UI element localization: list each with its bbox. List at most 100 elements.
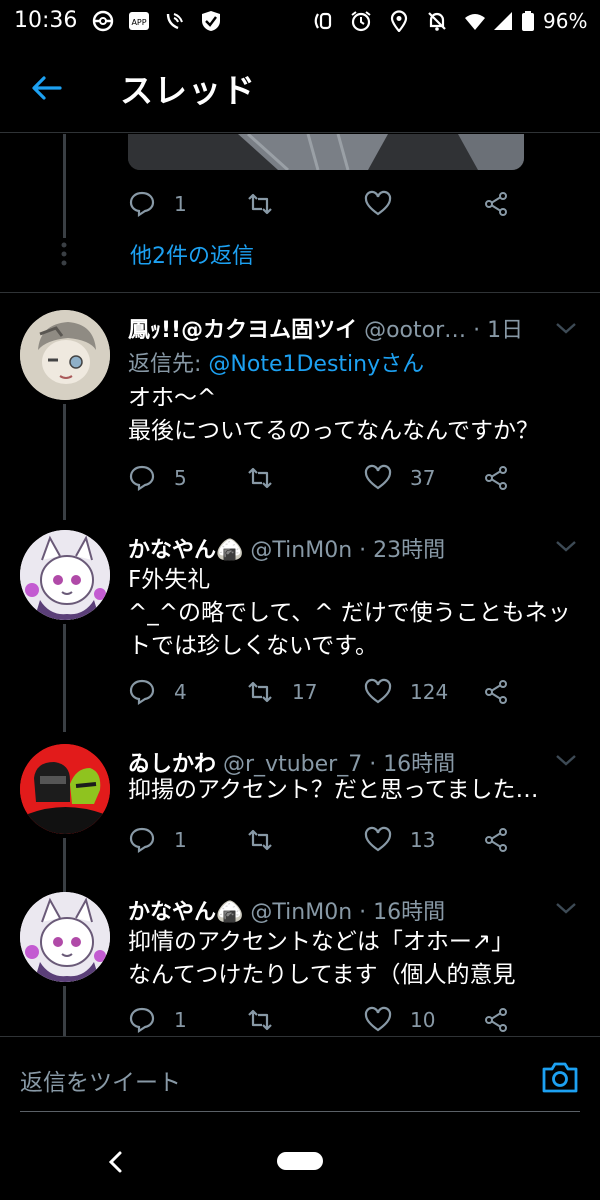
show-more-replies-link[interactable]: 他2件の返信 — [130, 238, 254, 270]
tweet-time: · 23時間 — [359, 538, 446, 563]
reply-icon — [129, 827, 155, 854]
share-icon — [485, 680, 507, 704]
reply-button[interactable]: 5 — [128, 458, 187, 498]
wifi-calling-icon — [166, 13, 183, 30]
divider — [0, 292, 600, 293]
chevron-down-icon[interactable] — [554, 752, 578, 768]
alarm-icon — [351, 11, 371, 32]
wifi-icon — [465, 14, 485, 30]
reply-composer: 返信をツイート — [0, 1036, 600, 1125]
user-handle[interactable]: @TinM0n — [250, 538, 352, 563]
thread-line — [63, 404, 66, 520]
system-nav-bar — [0, 1124, 600, 1200]
like-button[interactable] — [364, 184, 392, 224]
tweet-actions: 1 — [128, 184, 528, 224]
back-arrow-icon[interactable] — [30, 74, 62, 102]
tweet-header: 鳳ｯ!!@カクヨム固ツイ @ootor… · 1日 — [128, 312, 558, 344]
tweet-media-image[interactable] — [128, 134, 524, 170]
app-header: スレッド — [0, 44, 600, 133]
like-button[interactable]: 10 — [364, 1000, 435, 1040]
share-button[interactable] — [482, 458, 510, 498]
share-button[interactable] — [482, 820, 510, 860]
avatar-illustration — [20, 892, 110, 982]
media-photo — [128, 134, 524, 170]
camera-icon[interactable] — [540, 1059, 580, 1095]
retweet-icon — [248, 829, 272, 851]
input-underline — [20, 1111, 580, 1112]
location-icon — [390, 10, 408, 32]
reply-input[interactable]: 返信をツイート — [20, 1063, 181, 1097]
reply-count: 1 — [174, 828, 187, 852]
reply-button[interactable]: 1 — [128, 1000, 187, 1040]
display-name[interactable]: 鳳ｯ!!@カクヨム固ツイ — [128, 318, 357, 343]
retweet-button[interactable] — [246, 820, 292, 860]
retweet-button[interactable] — [246, 184, 274, 224]
tweet-text: 抑情のアクセントなどは「オホー↗」 なんてつけたりしてます（個人的意見 — [128, 929, 516, 988]
tweet-actions: 1 13 — [128, 820, 528, 860]
thread-line — [63, 838, 66, 896]
user-handle[interactable]: @ootor… — [364, 318, 466, 343]
share-icon — [485, 1008, 507, 1032]
tweet-header: かなやん🍙 @TinM0n · 23時間 — [128, 532, 558, 564]
heart-icon — [364, 190, 392, 216]
heart-icon — [364, 826, 392, 852]
battery-icon — [522, 11, 534, 31]
shield-check-icon — [202, 11, 220, 31]
avatar-illustration — [20, 744, 110, 834]
nav-home-pill[interactable] — [277, 1152, 323, 1170]
heart-icon — [364, 1006, 392, 1032]
like-count: 37 — [410, 466, 436, 490]
display-name[interactable]: かなやん🍙 — [128, 538, 243, 563]
reply-icon — [129, 679, 155, 706]
heart-icon — [364, 464, 392, 490]
reply-icon — [129, 1007, 155, 1034]
avatar[interactable] — [20, 310, 110, 400]
retweet-icon — [248, 193, 272, 215]
tweet-text: 抑揚のアクセント？だと思ってました… — [128, 777, 539, 803]
chevron-down-icon[interactable] — [554, 538, 578, 554]
share-button[interactable] — [482, 672, 510, 712]
retweet-count: 17 — [292, 680, 318, 704]
like-count: 10 — [410, 1008, 436, 1032]
tweet-time: · 16時間 — [359, 900, 446, 925]
reply-to-label: 返信先: — [128, 352, 209, 377]
like-button[interactable]: 13 — [364, 820, 435, 860]
tweet-text: オホ〜^ 最後についてるのってなんなんですか？ — [128, 385, 540, 444]
svg-text:APP: APP — [131, 18, 146, 27]
reply-count: 5 — [174, 466, 187, 490]
nav-back-icon[interactable] — [106, 1150, 124, 1174]
retweet-icon — [248, 467, 272, 489]
display-name[interactable]: かなやん🍙 — [128, 900, 243, 925]
reply-count: 1 — [174, 1008, 187, 1032]
share-button[interactable] — [482, 1000, 510, 1040]
tweet-actions: 4 17 124 — [128, 672, 528, 712]
retweet-button[interactable] — [246, 458, 292, 498]
avatar[interactable] — [20, 744, 110, 834]
reply-to-mention[interactable]: @Note1Destinyさん — [208, 352, 424, 377]
status-time: 10:36 — [14, 8, 78, 33]
user-handle[interactable]: @TinM0n — [250, 900, 352, 925]
reply-button[interactable]: 4 — [128, 672, 187, 712]
tweet-text: F外失礼 ^_^の略でして、^ だけで使うこともネットでは珍しくないです。 — [128, 567, 571, 659]
reply-button[interactable]: 1 — [128, 184, 187, 224]
battery-percent: 96% — [543, 9, 588, 33]
like-count: 124 — [410, 680, 449, 704]
thread-line — [63, 134, 66, 238]
avatar[interactable] — [20, 892, 110, 982]
avatar[interactable] — [20, 530, 110, 620]
retweet-button[interactable]: 17 — [246, 672, 317, 712]
app-icon: APP — [129, 12, 149, 30]
chevron-down-icon[interactable] — [554, 320, 578, 336]
reply-icon — [129, 191, 155, 218]
like-button[interactable]: 37 — [364, 458, 435, 498]
reply-button[interactable]: 1 — [128, 820, 187, 860]
reply-to-line: 返信先: @Note1Destinyさん — [128, 346, 424, 378]
like-button[interactable]: 124 — [364, 672, 448, 712]
retweet-button[interactable] — [246, 1000, 292, 1040]
tweet-header: かなやん🍙 @TinM0n · 16時間 — [128, 894, 558, 926]
retweet-icon — [248, 1009, 272, 1031]
avatar-illustration — [20, 310, 110, 400]
share-button[interactable] — [482, 184, 510, 224]
share-icon — [485, 466, 507, 490]
chevron-down-icon[interactable] — [554, 900, 578, 916]
